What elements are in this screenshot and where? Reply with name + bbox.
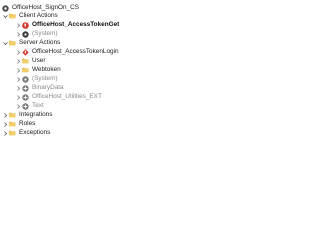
system-module-icon [22,30,29,38]
folder-open-icon [9,40,16,47]
tree-item-extension-binarydata[interactable]: BinaryData [15,84,64,92]
system-module-icon [22,75,29,83]
folder-icon [9,112,16,119]
module-icon [2,4,9,12]
tree-folder-label: Server Actions [19,39,61,46]
client-action-icon [22,21,29,29]
tree-item-label: Text [32,102,44,109]
tree-folder-label: Exceptions [19,129,51,136]
tree-item-label: BinaryData [32,84,64,91]
server-action-icon [22,48,29,56]
chevron-right-icon[interactable] [15,102,21,110]
folder-icon [22,67,29,74]
extension-icon [22,102,29,110]
tree-folder-roles[interactable]: Roles [2,120,35,128]
chevron-right-icon[interactable] [2,111,8,119]
tree-item-system[interactable]: (System) [15,30,58,38]
tree-item-server-action[interactable]: OfficeHost_AccessTokenLogin [15,48,119,56]
tree-item-label: OfficeHost_Utilities_EXT [32,93,102,100]
chevron-right-icon[interactable] [15,84,21,92]
tree-folder-user[interactable]: User [15,57,46,65]
tree-root-item[interactable]: OfficeHost_SignOn_CS [2,4,79,12]
tree-folder-client-actions[interactable]: Client Actions [2,12,58,20]
tree-item-label: OfficeHost_AccessTokenGet [32,21,120,28]
folder-open-icon [9,13,16,20]
chevron-right-icon[interactable] [15,30,21,38]
tree-item-label: Webtoken [32,66,61,73]
tree-item-label: User [32,57,46,64]
folder-icon [9,121,16,128]
chevron-right-icon[interactable] [2,129,8,137]
tree-folder-server-actions[interactable]: Server Actions [2,39,60,47]
tree-item-label: OfficeHost_AccessTokenLogin [32,48,119,55]
chevron-down-icon[interactable] [2,12,8,20]
tree-folder-label: Integrations [19,111,53,118]
tree-item-label: (System) [32,75,58,82]
tree-folder-webtoken[interactable]: Webtoken [15,66,61,74]
folder-icon [9,130,16,137]
chevron-right-icon[interactable] [2,120,8,128]
tree-folder-integrations[interactable]: Integrations [2,111,52,119]
extension-icon [22,93,29,101]
chevron-down-icon[interactable] [2,39,8,47]
chevron-right-icon[interactable] [15,57,21,65]
tree-root-label: OfficeHost_SignOn_CS [12,4,80,11]
extension-icon [22,84,29,92]
folder-icon [22,58,29,65]
chevron-right-icon[interactable] [15,75,21,83]
tree-folder-label: Roles [19,120,36,127]
tree-item-system[interactable]: (System) [15,75,58,83]
chevron-right-icon[interactable] [15,93,21,101]
tree-item-label: (System) [32,30,58,37]
tree-folder-exceptions[interactable]: Exceptions [2,129,50,137]
tree-item-extension-text[interactable]: Text [15,102,44,110]
tree-item-client-action[interactable]: OfficeHost_AccessTokenGet [15,21,119,29]
tree-item-extension-utilities[interactable]: OfficeHost_Utilities_EXT [15,93,102,101]
elements-tree: OfficeHost_SignOn_CS Client Actions Offi… [0,0,242,250]
tree-folder-label: Client Actions [19,12,58,19]
chevron-right-icon[interactable] [15,66,21,74]
chevron-right-icon[interactable] [15,48,21,56]
chevron-right-icon[interactable] [15,21,21,29]
